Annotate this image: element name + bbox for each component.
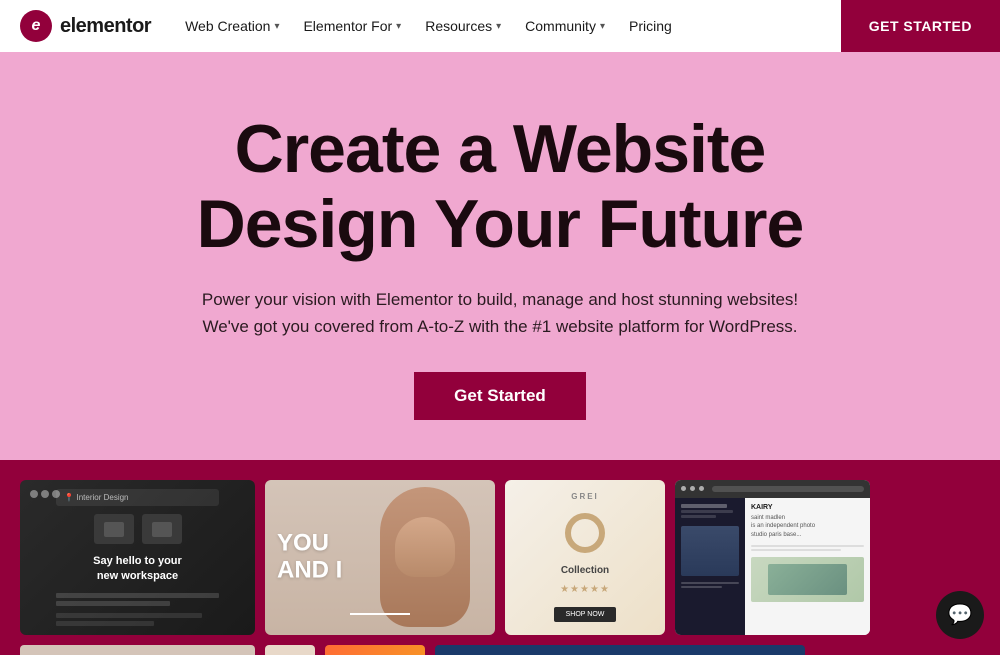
nav-links: Web Creation ▾ Elementor For ▾ Resources…	[175, 12, 909, 40]
card3-product: Collection	[561, 565, 609, 576]
nav-item-web-creation[interactable]: Web Creation ▾	[175, 12, 289, 40]
logo-icon: e	[20, 10, 52, 42]
showcase-row2: Portfolio	[20, 645, 980, 655]
template-card-jewelry[interactable]: GREI Collection ★★★★★ SHOP NOW	[505, 480, 665, 635]
hero-subtitle: Power your vision with Elementor to buil…	[200, 286, 800, 340]
get-started-button[interactable]: GET STARTED	[841, 0, 1000, 52]
card1-headline: Say hello to yournew workspace	[93, 554, 182, 585]
card3-ring-icon	[565, 513, 605, 553]
nav-item-elementor-for[interactable]: Elementor For ▾	[293, 12, 411, 40]
chat-bubble-button[interactable]: 💬	[936, 591, 984, 639]
mini-card-2	[265, 645, 315, 655]
star-rating-icon: ★★★★★	[560, 584, 610, 595]
showcase-section: 📍 Interior Design Say hello to yournew w…	[0, 460, 1000, 655]
card2-headline: YOUAND I	[277, 531, 342, 584]
chevron-down-icon: ▾	[274, 21, 279, 32]
mini-card-3: Portfolio	[325, 645, 425, 655]
card4-content: KAIRY saint madlenis an independent phot…	[675, 498, 870, 635]
nav-item-community[interactable]: Community ▾	[515, 12, 615, 40]
card3-shop-button[interactable]: SHOP NOW	[554, 607, 617, 622]
template-card-portrait[interactable]: YOUAND I	[265, 480, 495, 635]
logo-link[interactable]: e elementor	[20, 10, 151, 42]
navbar: e elementor Web Creation ▾ Elementor For…	[0, 0, 1000, 52]
mini-card-4	[435, 645, 805, 655]
card3-brand: GREI	[571, 492, 599, 501]
template-card-office[interactable]: 📍 Interior Design Say hello to yournew w…	[20, 480, 255, 635]
hero-title: Create a Website Design Your Future	[20, 112, 980, 262]
chevron-down-icon: ▾	[600, 21, 605, 32]
nav-item-resources[interactable]: Resources ▾	[415, 12, 511, 40]
logo-text: elementor	[60, 15, 151, 38]
chevron-down-icon: ▾	[496, 21, 501, 32]
chevron-down-icon: ▾	[396, 21, 401, 32]
card4-browser-bar	[675, 480, 870, 498]
nav-right: LOGIN GET STARTED	[909, 12, 980, 40]
hero-cta-button[interactable]: Get Started	[414, 372, 586, 420]
template-card-saint-madlen[interactable]: KAIRY saint madlenis an independent phot…	[675, 480, 870, 635]
nav-item-pricing[interactable]: Pricing	[619, 12, 682, 40]
hero-section: Create a Website Design Your Future Powe…	[0, 52, 1000, 460]
showcase-cards: 📍 Interior Design Say hello to yournew w…	[20, 480, 980, 635]
mini-card-1	[20, 645, 255, 655]
